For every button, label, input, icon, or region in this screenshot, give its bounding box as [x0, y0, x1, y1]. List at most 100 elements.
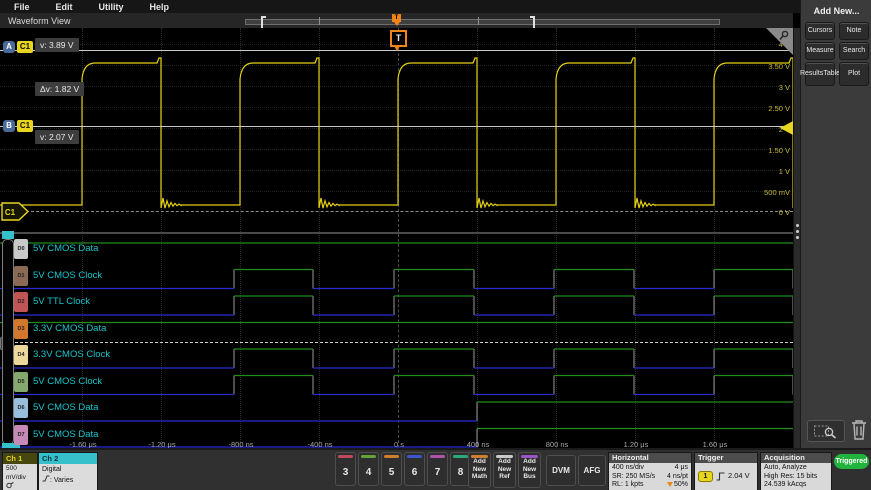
zoom-box-icon	[813, 424, 839, 439]
sidebar-button-label: Measure	[806, 47, 833, 55]
cursor-b-channel-badge[interactable]: C1	[17, 120, 33, 132]
voltage-label: 3 V	[779, 83, 790, 92]
sidebar-plot-button[interactable]: Plot	[839, 62, 869, 86]
horizontal-panel[interactable]: Horizontal 400 ns/div4 μs SR: 250 MS/s4 …	[608, 452, 692, 490]
digital-edge-D4	[234, 349, 793, 368]
sidebar-button-label: Note	[847, 27, 862, 35]
sidebar-measure-button[interactable]: Measure	[805, 42, 835, 60]
waveform-plot[interactable]: A C1 v: 3.89 V Δv: 1.82 V B C1 v: 2.07 V…	[0, 28, 793, 448]
cursor-b-line[interactable]	[0, 126, 793, 127]
add-new-label-line: Bus	[519, 473, 540, 481]
digital-channel-handle[interactable]	[2, 239, 14, 445]
splitter-dot[interactable]	[796, 230, 799, 233]
zoom-box-button[interactable]	[807, 420, 845, 442]
channel4-button[interactable]: 4	[358, 452, 379, 486]
acquisition-settings: Auto, Analyze High Res: 15 bits 24.539 k…	[761, 463, 831, 490]
voltage-label: 3.50 V	[768, 62, 790, 71]
dvm-button[interactable]: DVM	[546, 455, 576, 486]
channel-color-stripe	[384, 455, 399, 458]
digital-label-D7[interactable]: 5V CMOS Data	[33, 429, 98, 440]
channel-button-label: 6	[405, 467, 424, 478]
digital-label-D2[interactable]: 5V TTL Clock	[33, 296, 90, 307]
cursor-b-readout: v: 2.07 V	[35, 130, 79, 144]
channel6-button[interactable]: 6	[404, 452, 425, 486]
menu-file[interactable]: File	[14, 2, 30, 12]
digital-badge-D0[interactable]: D0	[14, 239, 28, 259]
sidebar-cursors-button[interactable]: Cursors	[805, 22, 835, 40]
add-new-bus-button[interactable]: AddNewBus	[518, 452, 541, 488]
digital-badge-D5[interactable]: D5	[14, 372, 28, 392]
channel2-settings: Digital : Varies	[39, 464, 97, 490]
menu-utility[interactable]: Utility	[99, 2, 124, 12]
digital-badge-D2[interactable]: D2	[14, 292, 28, 312]
menu-bar: File Edit Utility Help	[0, 0, 800, 13]
digital-label-D3[interactable]: 3.3V CMOS Data	[33, 323, 106, 334]
trash-icon	[849, 418, 869, 442]
trigger-flag[interactable]: T	[390, 30, 407, 47]
cursor-b-badge[interactable]: B	[3, 120, 15, 132]
add-new-ref-button[interactable]: AddNewRef	[493, 452, 516, 488]
channel3-button[interactable]: 3	[335, 452, 356, 486]
digital-label-D1[interactable]: 5V CMOS Clock	[33, 270, 102, 281]
channel1-badge[interactable]: Ch 1 500 mV/div 100 MHz	[2, 452, 38, 490]
trash-button[interactable]	[849, 418, 869, 442]
horizontal-position-track[interactable]	[245, 19, 720, 25]
nav-tick	[319, 17, 320, 25]
digital-badge-D1[interactable]: D1	[14, 266, 28, 286]
channel-color-stripe	[407, 455, 422, 458]
sidebar-results-table-button[interactable]: ResultsTable	[805, 62, 835, 86]
tab-waveform-view[interactable]: Waveform View	[8, 16, 71, 26]
trigger-panel[interactable]: Trigger 1 2.04 V	[694, 452, 758, 490]
channel5-button[interactable]: 5	[381, 452, 402, 486]
digital-group-divider	[0, 342, 793, 343]
splitter-dot[interactable]	[796, 224, 799, 227]
acquisition-mode: Auto, Analyze	[764, 464, 828, 473]
horizontal-scale: 400 ns/div	[612, 464, 644, 473]
digital-label-D0[interactable]: 5V CMOS Data	[33, 243, 98, 254]
channel2-badge[interactable]: Ch 2 Digital : Varies	[38, 452, 98, 490]
voltage-label: 1.50 V	[768, 146, 790, 155]
sidebar-search-button[interactable]: Search	[839, 42, 869, 60]
digital-badge-D3[interactable]: D3	[14, 319, 28, 339]
digital-label-D5[interactable]: 5V CMOS Clock	[33, 376, 102, 387]
sidebar-note-button[interactable]: Note	[839, 22, 869, 40]
digital-badge-D7[interactable]: D7	[14, 425, 28, 445]
analog-digital-splitter[interactable]	[0, 232, 793, 234]
channel-button-label: 7	[428, 467, 447, 478]
menu-help[interactable]: Help	[150, 2, 170, 12]
trigger-position-marker[interactable]: T	[392, 14, 401, 22]
add-new-label-line: Add	[469, 458, 490, 466]
channel-color-stripe	[338, 455, 353, 458]
splitter-dot[interactable]	[796, 236, 799, 239]
channel7-button[interactable]: 7	[427, 452, 448, 486]
sample-rate: SR: 250 MS/s	[612, 473, 655, 482]
channel2-name: Ch 2	[39, 453, 97, 464]
cursor-a-badge[interactable]: A	[3, 41, 15, 53]
digital-badge-D6[interactable]: D6	[14, 398, 28, 418]
sidebar-button-label: Cursors	[808, 27, 833, 35]
menu-edit[interactable]: Edit	[56, 2, 73, 12]
cursor-a-channel-badge[interactable]: C1	[17, 41, 33, 53]
cursor-a-readout: v: 3.89 V	[35, 38, 79, 52]
digital-edge-D5	[234, 376, 793, 395]
trigger-position-arrow	[394, 22, 400, 26]
digital-label-D6[interactable]: 5V CMOS Data	[33, 402, 98, 413]
add-new-math-button[interactable]: AddNewMath	[468, 452, 491, 488]
settings-bar: Ch 1 500 mV/div 100 MHz Ch 2 Digital : V…	[0, 448, 871, 490]
add-new-label-line: Add	[519, 458, 540, 466]
digital-label-D4[interactable]: 3.3V CMOS Clock	[33, 349, 110, 360]
add-new-title: Add New...	[801, 6, 871, 16]
edge-icon	[42, 475, 50, 482]
trigger-level-arrow[interactable]	[780, 121, 793, 135]
voltage-label: 0 V	[779, 208, 790, 217]
voltage-label: 1 V	[779, 167, 790, 176]
add-new-label-line: New	[494, 466, 515, 474]
acquisition-count: 24.539 kAcqs	[764, 481, 828, 490]
acquisition-panel[interactable]: Acquisition Auto, Analyze High Res: 15 b…	[760, 452, 832, 490]
channel1-position-marker[interactable]: C1	[1, 202, 29, 221]
digital-handle-top-tab[interactable]	[2, 231, 14, 239]
trigger-title: Trigger	[695, 453, 757, 463]
digital-badge-D4[interactable]: D4	[14, 345, 28, 365]
afg-button[interactable]: AFG	[578, 455, 606, 486]
sidebar-button-label: Results	[800, 70, 823, 78]
